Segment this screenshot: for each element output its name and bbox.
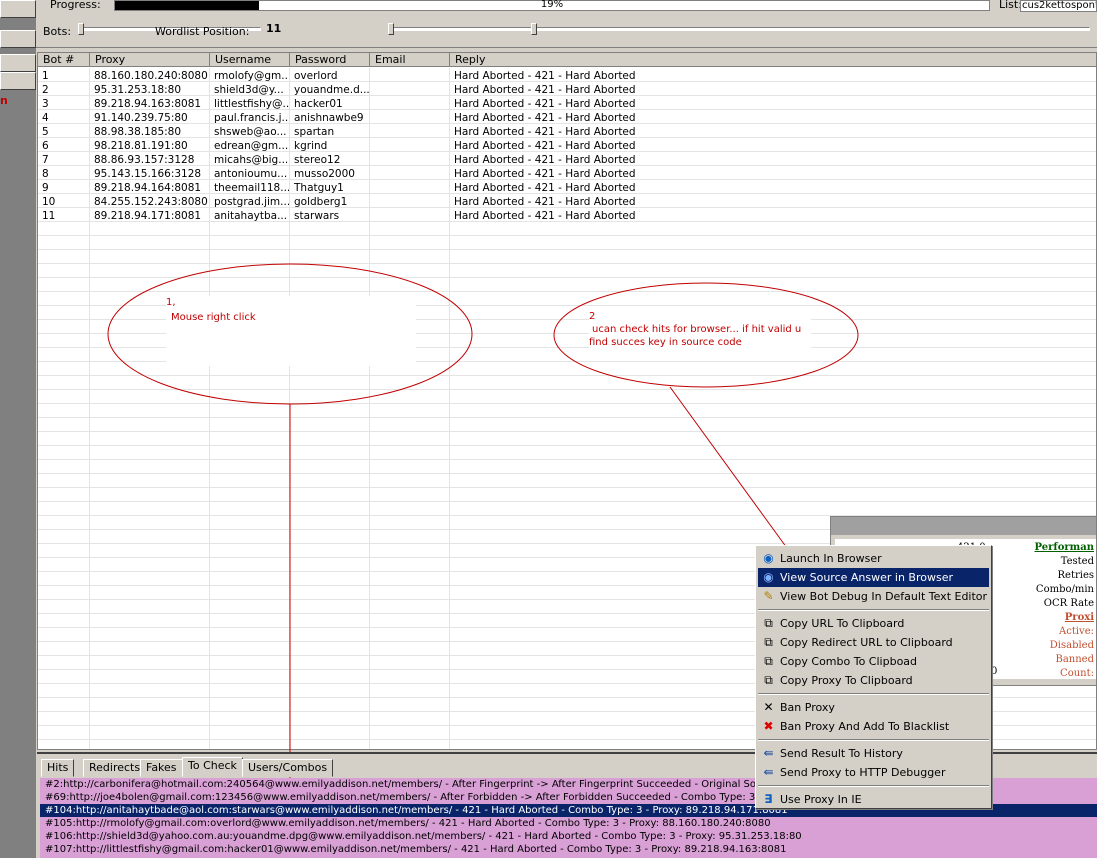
tab-users-combos[interactable]: Users/Combos bbox=[242, 759, 334, 777]
clipboard-icon: ⧉ bbox=[764, 673, 773, 687]
perf-title: Performan bbox=[1034, 542, 1094, 553]
perf-retries: Retries bbox=[1057, 570, 1095, 581]
arrow-left-icon: ⇚ bbox=[763, 746, 774, 760]
menu-separator bbox=[758, 609, 989, 611]
menu-send-result-history[interactable]: ⇚ Send Result To History bbox=[758, 744, 989, 763]
menu-separator bbox=[758, 693, 989, 695]
note2-line1: 2 bbox=[589, 311, 596, 322]
menu-item-label: Copy Combo To Clipboad bbox=[780, 655, 918, 668]
menu-item-label: Copy Proxy To Clipboard bbox=[780, 674, 913, 687]
x-black-icon: ✕ bbox=[763, 700, 774, 714]
menu-item-label: Send Result To History bbox=[780, 747, 903, 760]
perf-proxies: Proxi bbox=[1064, 612, 1094, 623]
menu-ban-proxy[interactable]: ✕ Ban Proxy bbox=[758, 698, 989, 717]
menu-item-label: Use Proxy In IE bbox=[780, 793, 862, 806]
menu-item-label: View Bot Debug In Default Text Editor bbox=[780, 590, 988, 603]
menu-view-bot-debug[interactable]: ✎ View Bot Debug In Default Text Editor bbox=[758, 587, 989, 606]
perf-ocr-rate: OCR Rate bbox=[1043, 598, 1094, 609]
perf-tested: Tested bbox=[1060, 556, 1094, 567]
menu-ban-proxy-blacklist[interactable]: ✖ Ban Proxy And Add To Blacklist bbox=[758, 717, 989, 736]
menu-copy-url[interactable]: ⧉ Copy URL To Clipboard bbox=[758, 614, 989, 633]
menu-item-label: Copy URL To Clipboard bbox=[780, 617, 905, 630]
menu-item-label: Ban Proxy bbox=[780, 701, 835, 714]
perf-count: Count: bbox=[1060, 668, 1094, 679]
x-red-icon: ✖ bbox=[763, 719, 774, 733]
annotation-note-2: 2 ucan check hits for browser... if hit … bbox=[589, 310, 811, 352]
perf-banned: Banned bbox=[1055, 654, 1094, 665]
menu-launch-in-browser[interactable]: ◉ Launch In Browser bbox=[758, 549, 989, 568]
note1-line2: Mouse right click bbox=[171, 312, 256, 323]
note2-line2: ucan check hits for browser... if hit va… bbox=[592, 324, 802, 335]
menu-item-label: Send Proxy to HTTP Debugger bbox=[780, 766, 946, 779]
ie-globe-icon: ◉ bbox=[763, 570, 774, 584]
menu-item-label: Copy Redirect URL to Clipboard bbox=[780, 636, 953, 649]
arrow-left-icon: ⇚ bbox=[763, 765, 774, 779]
annotation-note-1: 1, Mouse right click bbox=[166, 296, 416, 366]
menu-use-proxy-ie[interactable]: ∃ Use Proxy In IE bbox=[758, 790, 989, 809]
tab-fakes[interactable]: Fakes bbox=[140, 759, 183, 777]
menu-item-label: View Source Answer in Browser bbox=[780, 571, 953, 584]
tab-to-check[interactable]: To Check bbox=[182, 757, 243, 777]
performance-titlebar bbox=[831, 517, 1096, 535]
menu-item-label: Launch In Browser bbox=[780, 552, 882, 565]
clipboard-icon: ⧉ bbox=[764, 635, 773, 649]
menu-separator bbox=[758, 739, 989, 741]
tab-redirects[interactable]: Redirects bbox=[83, 759, 147, 777]
perf-combo-min: Combo/min bbox=[1035, 584, 1094, 595]
clipboard-icon: ⧉ bbox=[764, 616, 773, 630]
list-item[interactable]: #106:http://shield3d@yahoo.com.au:youand… bbox=[40, 830, 1097, 843]
perf-active: Active: bbox=[1059, 626, 1094, 637]
tab-hits[interactable]: Hits bbox=[41, 759, 75, 777]
perf-disabled: Disabled bbox=[1049, 640, 1094, 651]
list-item[interactable]: #107:http://littlestfishy@gmail.com:hack… bbox=[40, 843, 1097, 856]
note1-line1: 1, bbox=[166, 297, 176, 308]
ie-e-icon: ∃ bbox=[764, 792, 773, 806]
menu-copy-proxy[interactable]: ⧉ Copy Proxy To Clipboard bbox=[758, 671, 989, 690]
menu-copy-redirect-url[interactable]: ⧉ Copy Redirect URL to Clipboard bbox=[758, 633, 989, 652]
menu-send-proxy-debugger[interactable]: ⇚ Send Proxy to HTTP Debugger bbox=[758, 763, 989, 782]
menu-view-source-answer[interactable]: ◉ View Source Answer in Browser bbox=[758, 568, 989, 587]
clipboard-icon: ⧉ bbox=[764, 654, 773, 668]
menu-copy-combo[interactable]: ⧉ Copy Combo To Clipboad bbox=[758, 652, 989, 671]
ie-globe-icon: ◉ bbox=[763, 551, 774, 565]
note2-line3: find succes key in source code bbox=[589, 337, 742, 348]
context-menu: ◉ Launch In Browser ◉ View Source Answer i… bbox=[755, 545, 992, 809]
menu-separator bbox=[758, 785, 989, 787]
list-item[interactable]: #105:http://rmolofy@gmail.com:overlord@w… bbox=[40, 817, 1097, 830]
menu-item-label: Ban Proxy And Add To Blacklist bbox=[780, 720, 950, 733]
edit-pencil-icon: ✎ bbox=[763, 589, 774, 603]
